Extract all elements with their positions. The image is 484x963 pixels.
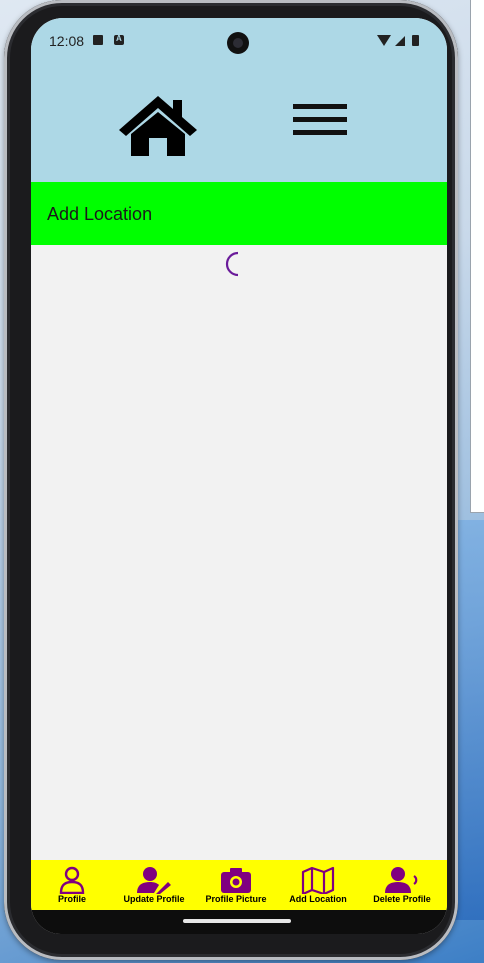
front-camera [227, 32, 249, 54]
nav-label: Update Profile [123, 894, 185, 904]
person-edit-icon [137, 867, 171, 894]
a-notification-icon [114, 34, 124, 45]
menu-line [293, 117, 347, 122]
status-time: 12:08 [49, 33, 85, 49]
menu-line [293, 104, 347, 109]
map-icon [301, 866, 335, 894]
status-bar: 12:08 [31, 18, 447, 70]
app-header [31, 70, 447, 182]
spinner-icon [225, 251, 239, 277]
phone-screen: 12:08 Add Location [31, 18, 447, 934]
background-window [470, 0, 484, 513]
wifi-icon [377, 35, 391, 46]
signal-icon [395, 36, 405, 46]
nav-update-profile[interactable]: Update Profile [117, 860, 191, 910]
sd-card-icon [93, 35, 103, 45]
nav-delete-profile[interactable]: Delete Profile [367, 860, 437, 910]
nav-profile-picture[interactable]: Profile Picture [199, 860, 273, 910]
home-gesture-pill[interactable] [183, 919, 291, 923]
page-title: Add Location [47, 204, 153, 224]
nav-label: Profile Picture [205, 894, 267, 904]
nav-label: Add Location [289, 894, 347, 904]
phone-frame: 12:08 Add Location [4, 0, 458, 960]
camera-icon [221, 868, 251, 893]
content-area [31, 245, 447, 860]
nav-label: Profile [57, 894, 86, 904]
bottom-navigation: Profile Update Profile Profile Picture A… [31, 860, 447, 910]
battery-icon [412, 35, 419, 46]
nav-profile[interactable]: Profile [43, 860, 101, 910]
person-outline-icon [59, 866, 85, 894]
home-icon[interactable] [117, 92, 199, 158]
nav-label: Delete Profile [373, 894, 431, 904]
person-remove-icon [385, 867, 418, 893]
hamburger-menu-icon[interactable] [293, 104, 347, 142]
system-navigation-bar [31, 910, 447, 934]
nav-add-location[interactable]: Add Location [285, 860, 351, 910]
menu-line [293, 130, 347, 135]
title-bar: Add Location [31, 182, 447, 245]
